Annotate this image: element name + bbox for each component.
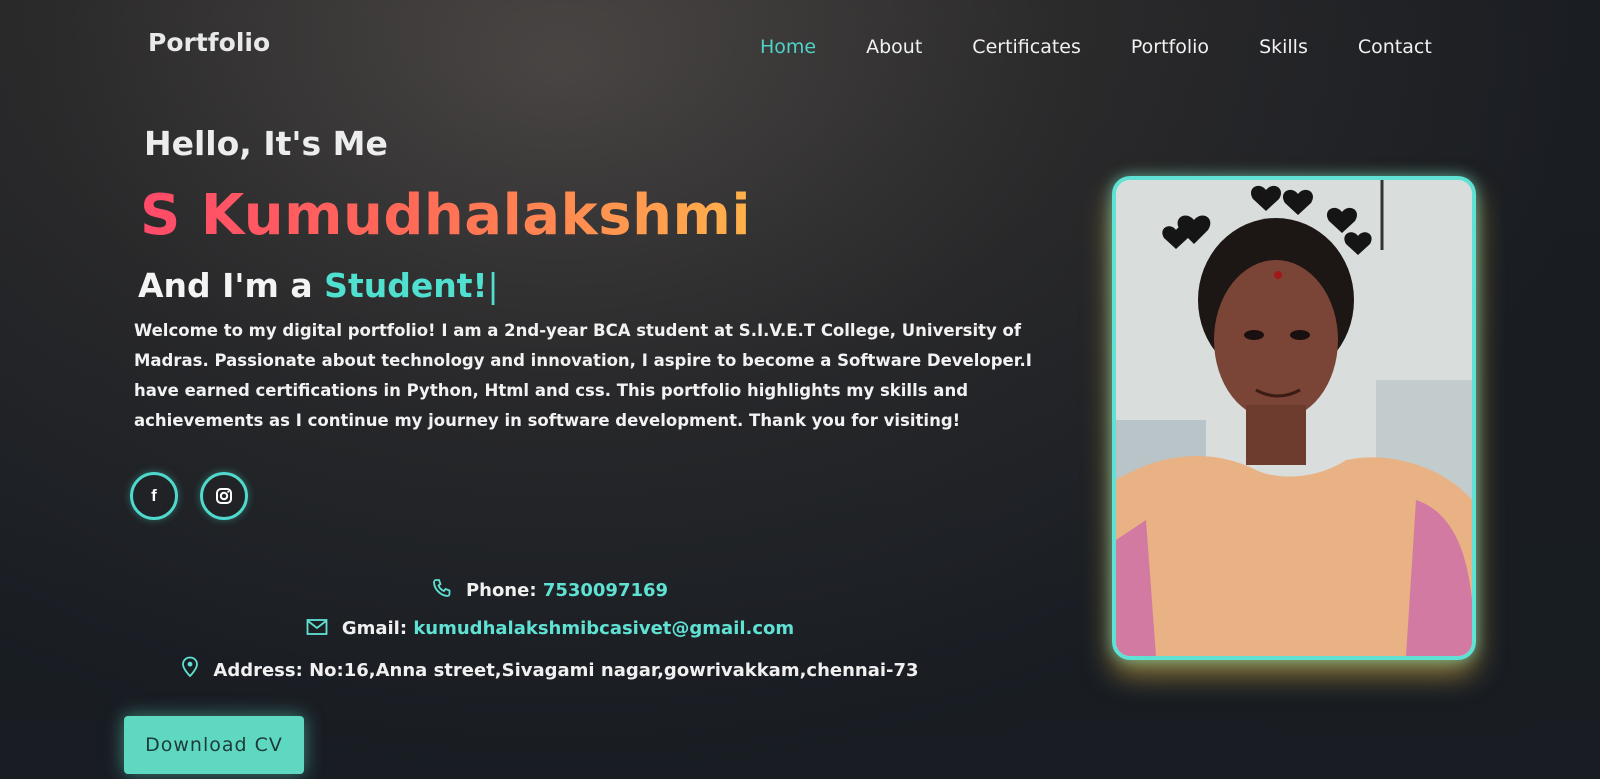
mail-icon xyxy=(306,618,328,641)
location-pin-icon xyxy=(181,656,199,683)
nav-link-certificates[interactable]: Certificates xyxy=(972,36,1081,58)
typing-cursor: | xyxy=(487,266,499,305)
gmail-value[interactable]: kumudhalakshmibcasivet@gmail.com xyxy=(413,618,794,639)
instagram-icon xyxy=(216,488,232,504)
phone-label: Phone: xyxy=(465,580,537,601)
nav-link-about[interactable]: About xyxy=(866,36,922,58)
contact-phone: Phone: 7530097169 xyxy=(0,578,1100,603)
profile-photo xyxy=(1112,176,1476,660)
nav-link-skills[interactable]: Skills xyxy=(1259,36,1308,58)
contact-address: Address: No:16,Anna street,Sivagami naga… xyxy=(0,656,1100,683)
profile-portrait-image xyxy=(1116,180,1472,656)
nav-link-home[interactable]: Home xyxy=(760,36,816,58)
nav-link-contact[interactable]: Contact xyxy=(1358,36,1432,58)
download-cv-button[interactable]: Download CV xyxy=(124,716,304,774)
role-heading: And I'm a Student!| xyxy=(138,266,499,305)
address-label: Address: xyxy=(213,660,303,681)
owner-name: S Kumudhalakshmi xyxy=(140,183,752,248)
role-highlight: Student! xyxy=(324,266,488,305)
greeting-heading: Hello, It's Me xyxy=(144,124,388,163)
instagram-link[interactable] xyxy=(200,472,248,520)
facebook-link[interactable]: f xyxy=(130,472,178,520)
site-logo[interactable]: Portfolio xyxy=(148,28,270,57)
social-links: f xyxy=(130,472,248,520)
main-nav: Home About Certificates Portfolio Skills… xyxy=(760,36,1432,58)
address-value: No:16,Anna street,Sivagami nagar,gowriva… xyxy=(309,660,919,681)
phone-icon xyxy=(432,578,452,603)
gmail-label: Gmail: xyxy=(341,618,408,639)
role-prefix: And I'm a xyxy=(138,266,313,305)
bio-paragraph: Welcome to my digital portfolio! I am a … xyxy=(134,321,1032,430)
nav-link-portfolio[interactable]: Portfolio xyxy=(1131,36,1209,58)
facebook-icon: f xyxy=(151,486,157,505)
phone-value[interactable]: 7530097169 xyxy=(543,580,668,601)
contact-gmail: Gmail: kumudhalakshmibcasivet@gmail.com xyxy=(0,618,1100,641)
